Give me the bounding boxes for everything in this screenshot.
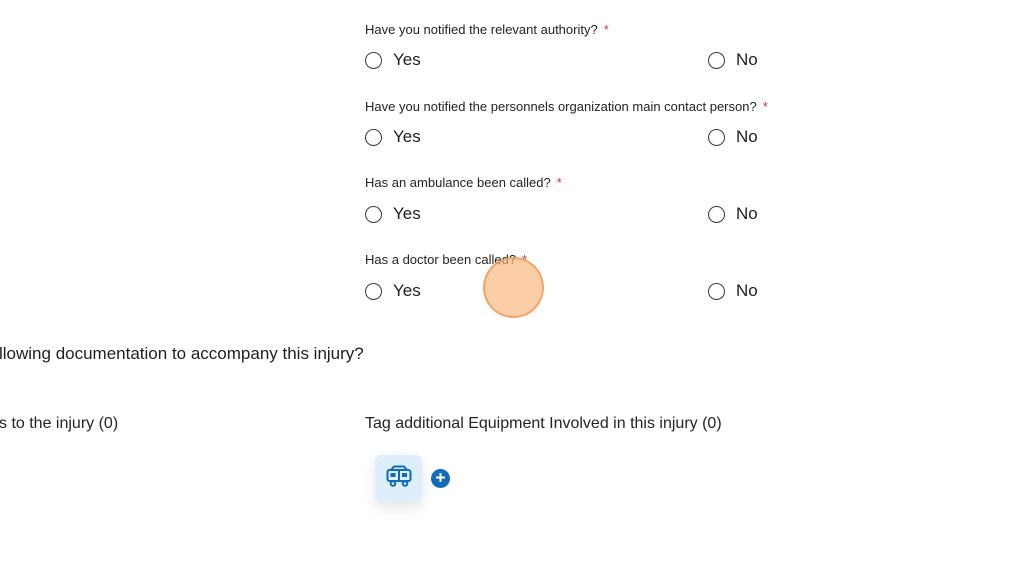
radio-label-no: No — [736, 127, 758, 146]
required-asterisk: * — [522, 252, 528, 267]
question-label: Have you notified the relevant authority… — [365, 22, 598, 37]
form-page: Have you notified the relevant authority… — [0, 0, 1032, 576]
question-ambulance: Has an ambulance been called? * — [365, 175, 562, 190]
equipment-vehicle-icon — [386, 465, 412, 492]
radio-label-no: No — [736, 204, 758, 223]
radio-circle[interactable] — [365, 51, 382, 69]
radio-circle[interactable] — [708, 51, 725, 69]
required-asterisk: * — [603, 22, 609, 37]
radio-label-yes: Yes — [393, 204, 421, 223]
radio-circle[interactable] — [365, 282, 382, 300]
radio-circle[interactable] — [708, 128, 725, 146]
documentation-heading: llowing documentation to accompany this … — [0, 344, 364, 363]
radio-circle[interactable] — [365, 205, 382, 223]
required-asterisk: * — [762, 99, 768, 114]
tag-persons-label: s to the injury (0) — [0, 415, 119, 432]
radio-authority-no[interactable]: No — [708, 50, 758, 70]
radio-circle[interactable] — [365, 128, 382, 146]
radio-doctor-yes[interactable]: Yes — [365, 281, 421, 301]
tag-equipment-label: Tag additional Equipment Involved in thi… — [365, 415, 722, 432]
radio-label-yes: Yes — [393, 127, 421, 146]
radio-contact-no[interactable]: No — [708, 127, 758, 147]
radio-label-yes: Yes — [393, 50, 421, 69]
add-equipment-button[interactable] — [431, 469, 450, 488]
radio-circle[interactable] — [708, 282, 725, 300]
radio-ambulance-no[interactable]: No — [708, 204, 758, 224]
question-label: Have you notified the personnels organiz… — [365, 99, 757, 114]
radio-label-no: No — [736, 50, 758, 69]
radio-authority-yes[interactable]: Yes — [365, 50, 421, 70]
question-label: Has an ambulance been called? — [365, 175, 551, 190]
radio-label-yes: Yes — [393, 281, 421, 300]
plus-icon — [435, 470, 446, 488]
question-relevant-authority: Have you notified the relevant authority… — [365, 22, 609, 37]
question-main-contact-person: Have you notified the personnels organiz… — [365, 99, 768, 114]
required-asterisk: * — [556, 175, 562, 190]
equipment-tile[interactable] — [375, 455, 422, 502]
question-doctor: Has a doctor been called? * — [365, 252, 527, 267]
question-label: Has a doctor been called? — [365, 252, 517, 267]
radio-doctor-no[interactable]: No — [708, 281, 758, 301]
radio-label-no: No — [736, 281, 758, 300]
radio-contact-yes[interactable]: Yes — [365, 127, 421, 147]
radio-ambulance-yes[interactable]: Yes — [365, 204, 421, 224]
radio-circle[interactable] — [708, 205, 725, 223]
